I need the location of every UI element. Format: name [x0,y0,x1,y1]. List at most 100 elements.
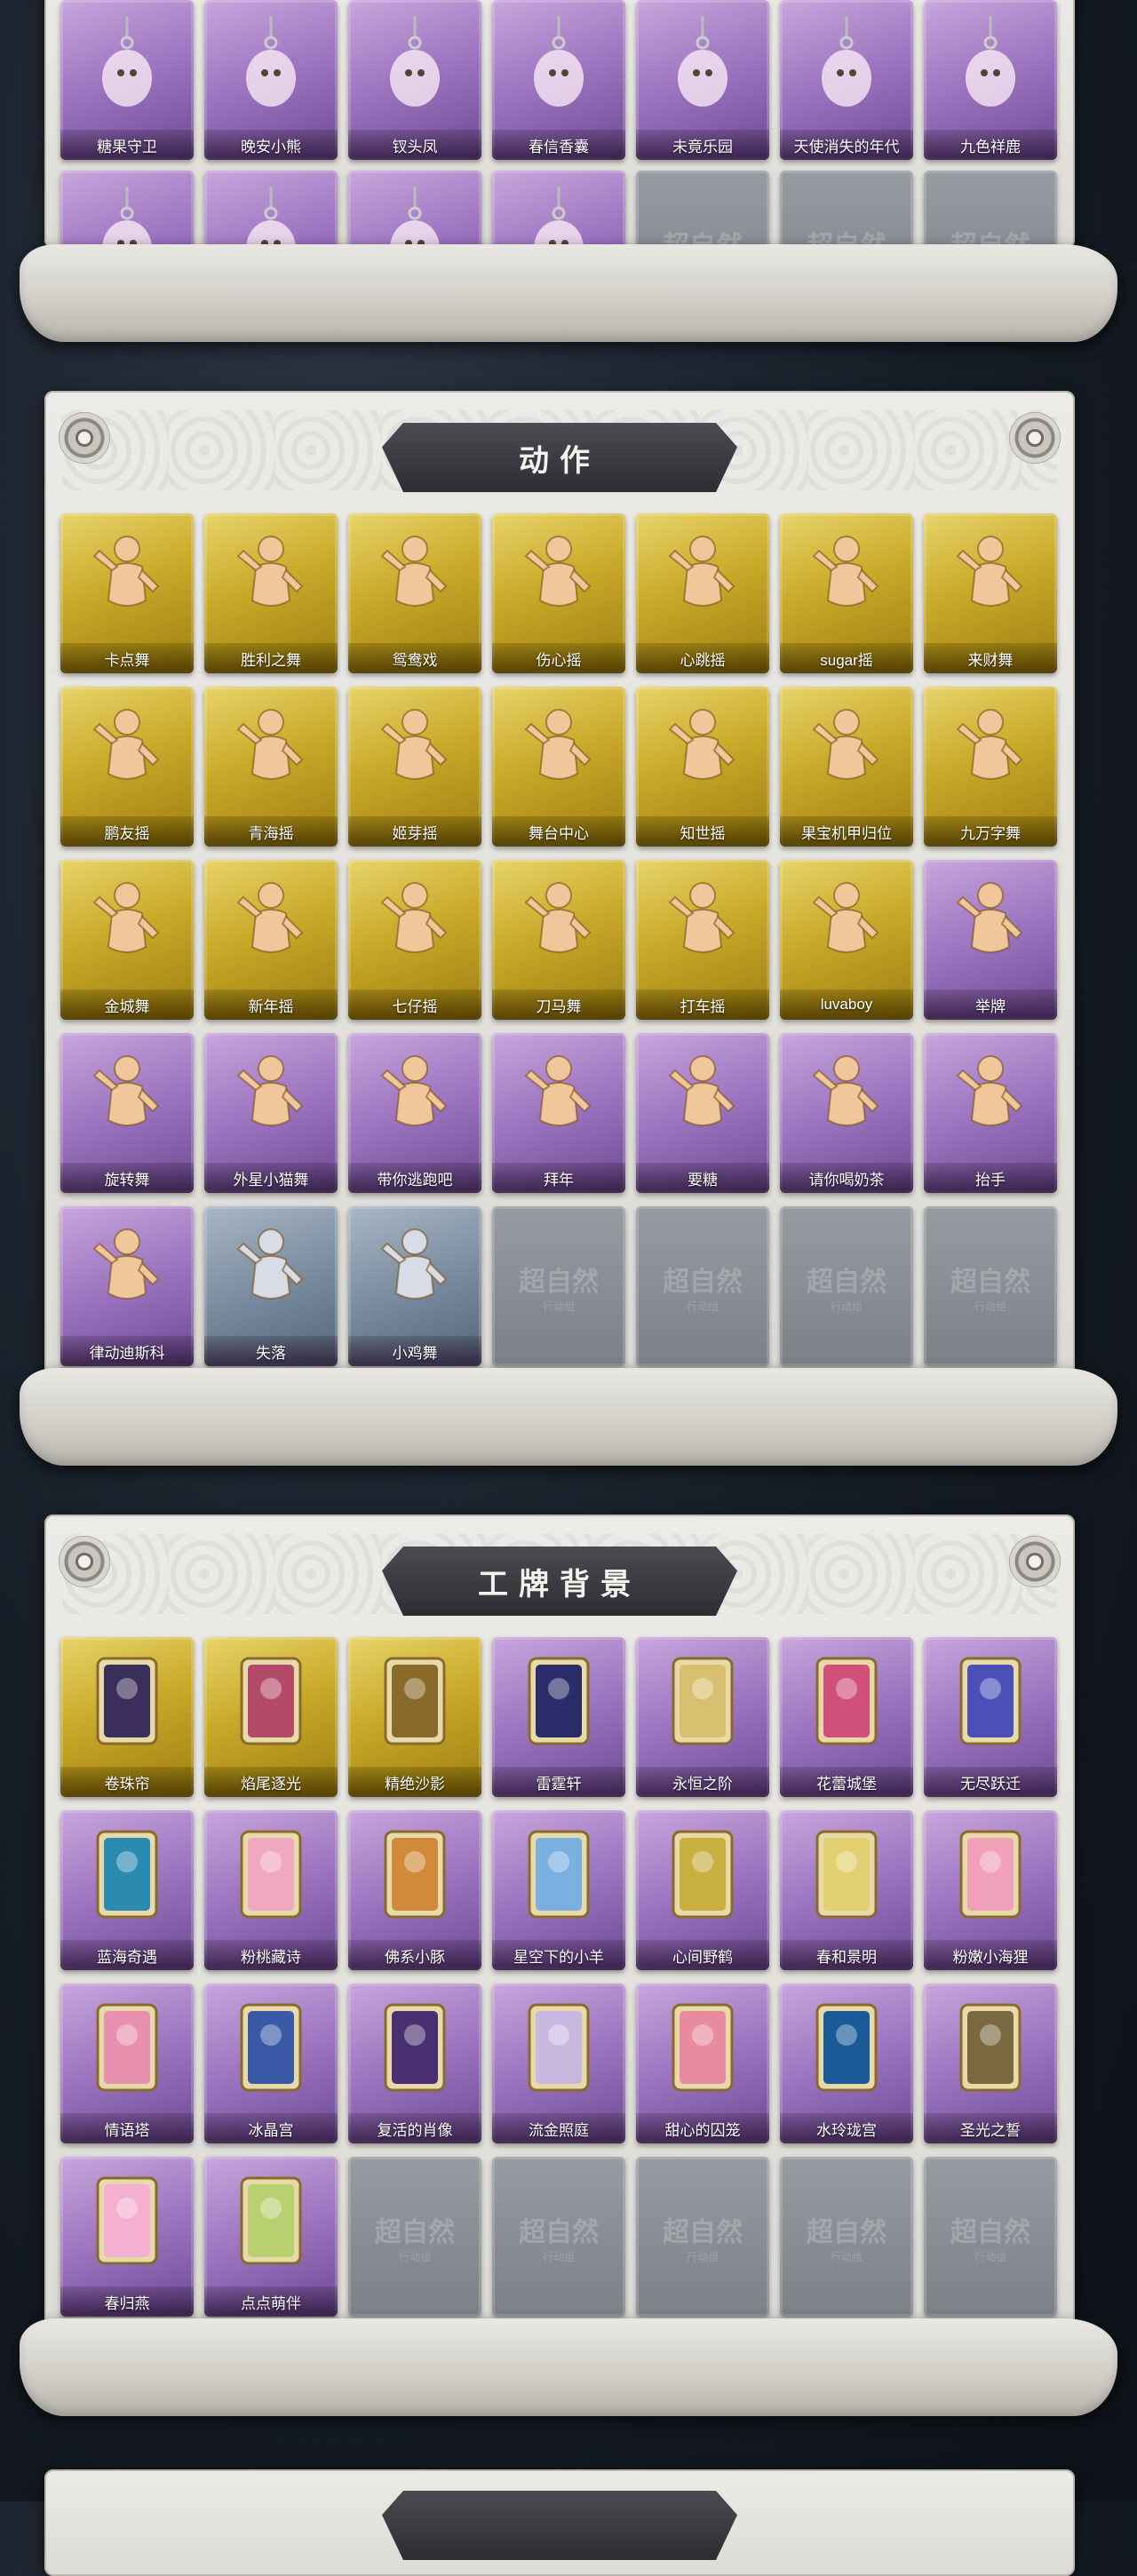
pendant-art [534,16,584,107]
item-label-bar: 星空下的小羊 [492,1940,625,1970]
badge-backgrounds-item-card[interactable]: 复活的肖像 [348,1984,481,2143]
dance-pose-icon [807,529,887,627]
badge-backgrounds-item-card[interactable]: 水玲珑宫 [780,1984,913,2143]
watermark-logo: 超自然行动组 [492,1260,625,1314]
actions-item-card[interactable]: 刀马舞 [492,860,625,1020]
actions-item-card[interactable]: 新年摇 [204,860,338,1020]
dance-pose-icon [519,703,599,800]
actions-item-card[interactable]: 律动迪斯科 [60,1206,194,1366]
item-label: 无尽跃迁 [960,1775,1021,1793]
actions-item-card[interactable]: 舞台中心 [492,687,625,847]
watermark-sub: 行动组 [686,2251,719,2263]
pendants-item-card[interactable]: 未竟乐园 [636,0,769,160]
actions-item-card[interactable]: 九万字舞 [924,687,1057,847]
badge-backgrounds-item-card[interactable]: 甜心的囚笼 [636,1984,769,2143]
badge-backgrounds-item-card[interactable]: 情语塔 [60,1984,194,2143]
actions-item-card[interactable]: 胜利之舞 [204,513,338,673]
badge-backgrounds-item-card[interactable]: 心间野鹤 [636,1810,769,1970]
dance-pose-icon [375,876,455,974]
actions-item-card[interactable]: 抬手 [924,1033,1057,1193]
actions-item-card[interactable]: 失落 [204,1206,338,1366]
badge-backgrounds-item-card[interactable]: 雷霆轩 [492,1637,625,1797]
actions-scroll-bottom [20,1368,1117,1466]
item-label-bar: 春归燕 [60,2286,194,2317]
actions-item-card[interactable]: 姬芽摇 [348,687,481,847]
watermark-sub: 行动组 [542,1300,575,1313]
item-label: 带你逃跑吧 [377,1171,453,1189]
actions-item-card[interactable]: sugar摇 [780,513,913,673]
candy-guard-pendant-icon [87,16,167,114]
item-label: 知世摇 [680,824,726,842]
actions-item-card[interactable]: 举牌 [924,860,1057,1020]
badge-backgrounds-item-card[interactable]: 流金照庭 [492,1984,625,2143]
badge-backgrounds-item-card[interactable]: 蓝海奇遇 [60,1810,194,1970]
figure-icon [524,709,592,780]
actions-item-card[interactable]: luvaboy [780,860,913,1020]
actions-item-card[interactable]: 拜年 [492,1033,625,1193]
item-label: 失落 [256,1344,286,1362]
actions-item-card[interactable]: 鸳鸯戏 [348,513,481,673]
badge-backgrounds-item-card[interactable]: 圣光之誓 [924,1984,1057,2143]
actions-item-card[interactable]: 知世摇 [636,687,769,847]
watermark-main: 超自然 [663,2217,743,2248]
pendants-item-card[interactable]: 九色祥鹿 [924,0,1057,160]
watermark-logo: 超自然行动组 [636,2210,769,2264]
pendants-item-card[interactable]: 春信香囊 [492,0,625,160]
badge-backgrounds-item-card[interactable]: 春和景明 [780,1810,913,1970]
locked-slot: 超自然行动组 [636,2157,769,2317]
actions-item-card[interactable]: 要糖 [636,1033,769,1193]
actions-item-card[interactable]: 小鸡舞 [348,1206,481,1366]
badge-backgrounds-item-card[interactable]: 精绝沙影 [348,1637,481,1797]
item-label-bar: 外星小猫舞 [204,1163,338,1193]
actions-item-card[interactable]: 来财舞 [924,513,1057,673]
actions-item-card[interactable]: 请你喝奶茶 [780,1033,913,1193]
actions-item-card[interactable]: 七仔摇 [348,860,481,1020]
card-frame-icon [663,1653,743,1751]
pendants-item-card[interactable]: 钗头凤 [348,0,481,160]
card-frame-art [96,1657,158,1745]
actions-item-card[interactable]: 卡点舞 [60,513,194,673]
badge-backgrounds-item-card[interactable]: 无尽跃迁 [924,1637,1057,1797]
actions-item-card[interactable]: 外星小猫舞 [204,1033,338,1193]
locked-slot: 超自然行动组 [348,2157,481,2317]
item-label: 心间野鹤 [672,1948,733,1966]
badge-backgrounds-item-card[interactable]: 春归燕 [60,2157,194,2317]
card-frame-icon [231,2000,311,2097]
figure-icon [668,882,735,953]
actions-item-card[interactable]: 果宝机甲归位 [780,687,913,847]
actions-item-card[interactable]: 带你逃跑吧 [348,1033,481,1193]
actions-item-card[interactable]: 打车摇 [636,860,769,1020]
actions-item-card[interactable]: 心跳摇 [636,513,769,673]
actions-item-card[interactable]: 青海摇 [204,687,338,847]
right-ornament-icon [1009,412,1061,464]
actions-item-card[interactable]: 鹏友摇 [60,687,194,847]
badge-backgrounds-item-card[interactable]: 卷珠帘 [60,1637,194,1797]
pendants-item-card[interactable]: 晚安小熊 [204,0,338,160]
pendant-art [966,16,1015,107]
badge-backgrounds-item-card[interactable]: 焰尾逐光 [204,1637,338,1797]
actions-item-card[interactable]: 伤心摇 [492,513,625,673]
badge-backgrounds-item-card[interactable]: 点点萌伴 [204,2157,338,2317]
card-frame-art [672,1657,734,1745]
dance-pose-icon [231,703,311,800]
card-frame-icon [375,1826,455,1924]
badge-backgrounds-item-card[interactable]: 粉桃藏诗 [204,1810,338,1970]
badge-backgrounds-item-card[interactable]: 佛系小豚 [348,1810,481,1970]
figure-icon [92,1055,160,1126]
badge-backgrounds-item-card[interactable]: 花蕾城堡 [780,1637,913,1797]
card-frame-art [959,1657,1022,1745]
badge-backgrounds-item-card[interactable]: 永恒之阶 [636,1637,769,1797]
dance-pose-icon [663,703,743,800]
item-label: 冰晶宫 [248,2121,294,2139]
actions-item-card[interactable]: 旋转舞 [60,1033,194,1193]
actions-item-card[interactable]: 金城舞 [60,860,194,1020]
badge-backgrounds-item-card[interactable]: 粉嫩小海狸 [924,1810,1057,1970]
badge-backgrounds-item-card[interactable]: 星空下的小羊 [492,1810,625,1970]
badge-backgrounds-item-card[interactable]: 冰晶宫 [204,1984,338,2143]
card-frame-art [815,1830,878,1919]
pendants-item-card[interactable]: 糖果守卫 [60,0,194,160]
item-label: 雷霆轩 [536,1775,582,1793]
item-label-bar: 失落 [204,1336,338,1366]
pendants-item-card[interactable]: 天使消失的年代 [780,0,913,160]
item-label-bar: 钗头凤 [348,130,481,160]
